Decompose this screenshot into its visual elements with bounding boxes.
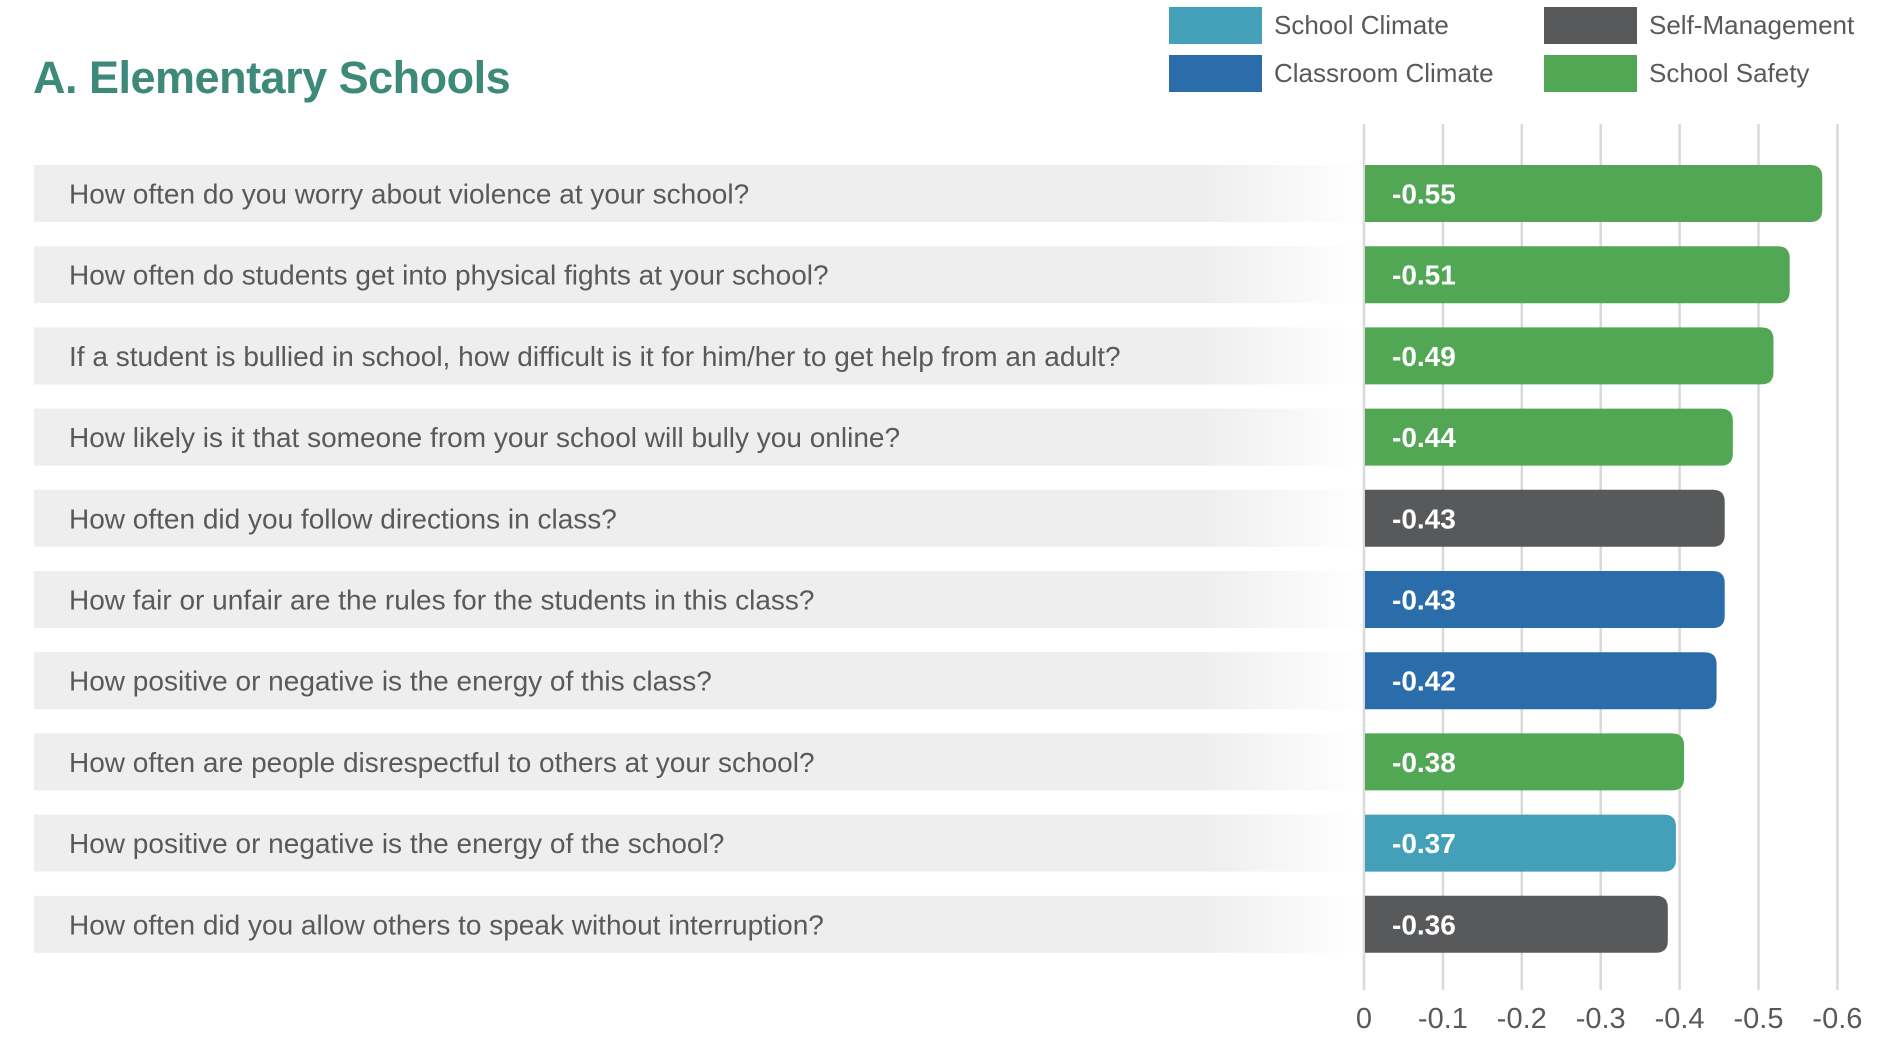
row-label: How often are people disrespectful to ot… [69, 747, 815, 778]
bar-value-label: -0.55 [1392, 179, 1456, 210]
row-label: How fair or unfair are the rules for the… [69, 585, 814, 616]
bar-value-label: -0.42 [1392, 666, 1456, 697]
bar-chart: How often do you worry about violence at… [34, 124, 1862, 1035]
bar-value-label: -0.36 [1392, 909, 1456, 940]
row-label: How positive or negative is the energy o… [69, 828, 724, 859]
chart-row: How fair or unfair are the rules for the… [34, 571, 1725, 628]
bar-value-label: -0.49 [1392, 341, 1456, 372]
x-tick-label: -0.4 [1655, 1003, 1705, 1035]
x-tick-label: 0 [1356, 1003, 1372, 1035]
bar-value-label: -0.51 [1392, 260, 1456, 291]
chart-row: How positive or negative is the energy o… [34, 814, 1676, 872]
chart-row: How often did you allow others to speak … [34, 895, 1668, 953]
row-label: How often do you worry about violence at… [69, 179, 749, 210]
chart-row: How often did you follow directions in c… [34, 489, 1725, 547]
row-label: If a student is bullied in school, how d… [69, 341, 1121, 372]
row-label: How often did you allow others to speak … [69, 909, 824, 940]
bar-value-label: -0.43 [1392, 585, 1456, 616]
x-tick-label: -0.5 [1734, 1003, 1784, 1035]
chart-row: How positive or negative is the energy o… [34, 652, 1717, 710]
row-label: How often do students get into physical … [69, 260, 829, 291]
bar-value-label: -0.37 [1392, 828, 1456, 859]
chart-row: How often do students get into physical … [34, 246, 1790, 304]
x-tick-label: -0.1 [1418, 1003, 1468, 1035]
row-label: How often did you follow directions in c… [69, 503, 617, 534]
chart-row: How likely is it that someone from your … [34, 408, 1733, 466]
x-tick-label: -0.2 [1497, 1003, 1547, 1035]
row-label: How positive or negative is the energy o… [69, 666, 712, 697]
row-label: How likely is it that someone from your … [69, 422, 900, 453]
bar-value-label: -0.43 [1392, 503, 1456, 534]
bar-value-label: -0.38 [1392, 747, 1456, 778]
x-tick-label: -0.6 [1812, 1003, 1862, 1035]
bar-value-label: -0.44 [1392, 422, 1456, 453]
x-tick-label: -0.3 [1576, 1003, 1626, 1035]
chart-row: How often do you worry about violence at… [34, 165, 1823, 222]
chart-row: How often are people disrespectful to ot… [34, 733, 1685, 791]
chart-row: If a student is bullied in school, how d… [34, 327, 1774, 385]
